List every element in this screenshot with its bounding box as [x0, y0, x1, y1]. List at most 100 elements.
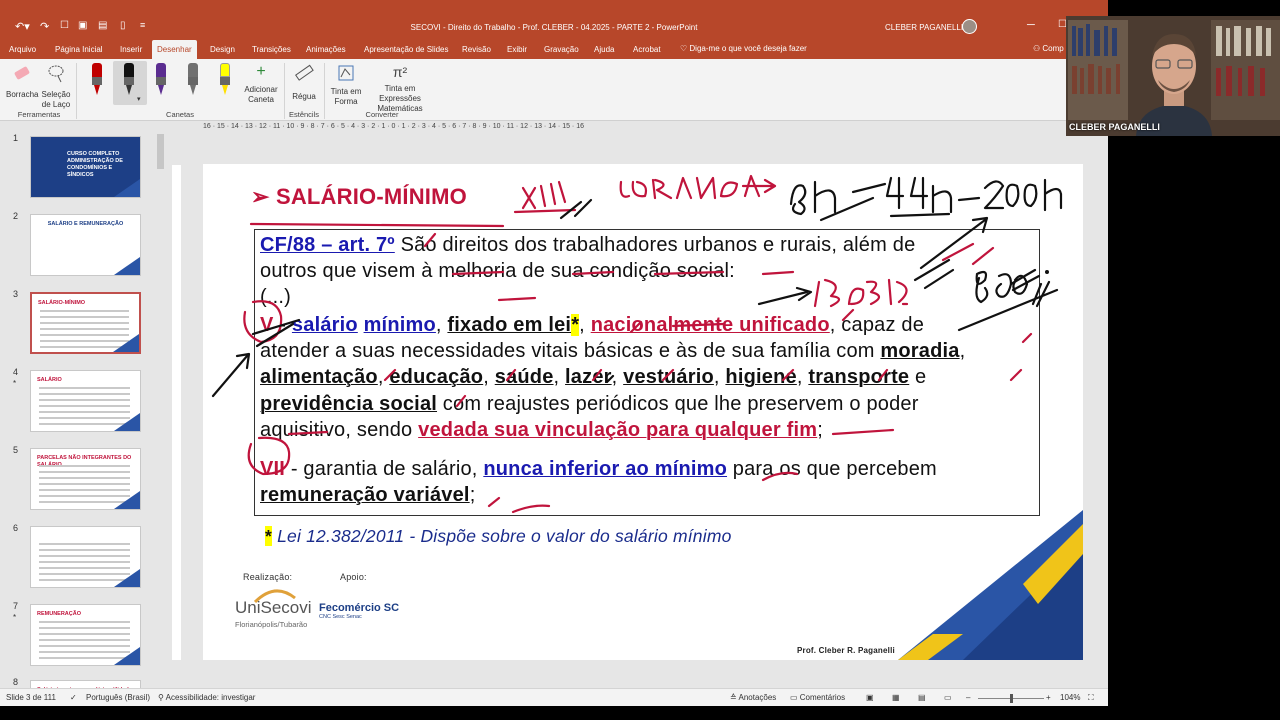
tab-design[interactable]: Design: [210, 45, 235, 54]
slideshow-icon[interactable]: ▭: [944, 693, 952, 702]
powerpoint-window: ↶▾ ↷ ☐ ▣ ▤ ▯ ≡ SECOVI - Direito do Traba…: [0, 0, 1108, 706]
slide-canvas[interactable]: ➢ SALÁRIO-MÍNIMO CF/88 – art. 7º São dir…: [203, 164, 1083, 660]
thumbnail-text-line: [39, 405, 130, 407]
language-label[interactable]: Português (Brasil): [86, 693, 150, 702]
slide-thumbnail[interactable]: SALÁRIO: [30, 370, 141, 432]
group-pens-label: Canetas: [166, 110, 194, 119]
thumbnail-number: 6: [13, 523, 19, 533]
minimize-icon[interactable]: ─: [1027, 19, 1035, 31]
thumbnail-text-line: [40, 310, 129, 312]
thumbnail-text-line: [39, 471, 130, 473]
slide-thumbnail[interactable]: PARCELAS NÃO INTEGRANTES DO SALÁRIO: [30, 448, 141, 510]
thumbnail-number: 3: [13, 289, 19, 299]
thumbnail-text-line: [39, 627, 130, 629]
ink-annotations: [211, 174, 1063, 514]
eraser-icon: [14, 66, 30, 80]
lasso-icon: [48, 65, 64, 83]
zoom-level[interactable]: 104%: [1060, 693, 1080, 702]
slide-thumbnail[interactable]: SALÁRIO-MÍNIMO: [30, 292, 141, 354]
accessibility-status[interactable]: ⚲ Acessibilidade: investigar: [158, 693, 255, 702]
spellcheck-icon[interactable]: ✓: [70, 693, 77, 702]
thumbnail-number: 8: [13, 677, 19, 687]
ribbon-tabs: Arquivo Página Inicial Inserir Desenhar …: [0, 39, 1108, 59]
tab-exibir[interactable]: Exibir: [507, 45, 527, 54]
slide-thumbnail[interactable]: SALÁRIO E REMUNERAÇÃO: [30, 214, 141, 276]
ribbon-draw: Borracha Seleção de Laço Ferramentas ▾ +…: [0, 59, 1108, 121]
tab-pagina-inicial[interactable]: Página Inicial: [55, 45, 103, 54]
zoom-slider-thumb[interactable]: [1010, 694, 1013, 703]
tab-inserir[interactable]: Inserir: [120, 45, 142, 54]
status-bar: Slide 3 de 111 ✓ Português (Brasil) ⚲ Ac…: [0, 688, 1108, 706]
group-tools-label: Ferramentas: [17, 110, 61, 119]
normal-view-icon[interactable]: ▣: [866, 693, 874, 702]
tab-transicoes[interactable]: Transições: [252, 45, 291, 54]
thumbnail-corner-decoration: [114, 491, 140, 509]
ruler-button[interactable]: Régua: [288, 63, 320, 102]
comment-icon: ▭: [790, 693, 800, 702]
pen-gray[interactable]: [182, 63, 204, 103]
thumbnail-text-line: [39, 555, 130, 557]
thumbnail-number: 7: [13, 601, 19, 611]
eraser-label: Borracha: [6, 90, 39, 99]
thumbnail-text-line: [39, 393, 130, 395]
thumbnail-title: SALÁRIO E REMUNERAÇÃO: [47, 221, 124, 227]
ink-shape-icon: [338, 65, 354, 81]
zoom-out-icon[interactable]: –: [966, 693, 970, 702]
pi-icon: π²: [392, 64, 408, 80]
thumbnail-text-line: [39, 633, 130, 635]
group-convert-label: Converter: [365, 110, 399, 119]
thumbnail-corner-decoration: [114, 647, 140, 665]
comments-button[interactable]: ▭ Comentários: [790, 693, 845, 702]
tab-acrobat[interactable]: Acrobat: [633, 45, 661, 54]
slide-thumbnail[interactable]: CURSO COMPLETO ADMINISTRAÇÃO DE CONDOMÍN…: [30, 136, 141, 198]
thumbnail-text-line: [39, 477, 130, 479]
thumbnail-number: 2: [13, 211, 19, 221]
ink-shape-label: Tinta em Forma: [330, 87, 362, 106]
thumbnails-scrollbar[interactable]: [155, 122, 165, 682]
group-stencils-label: Estêncils: [288, 110, 319, 119]
eraser-button[interactable]: Borracha: [6, 63, 38, 100]
pen-purple[interactable]: [150, 63, 172, 103]
tab-arquivo[interactable]: Arquivo: [9, 45, 36, 54]
lasso-select-button[interactable]: Seleção de Laço: [40, 63, 72, 110]
tab-gravacao[interactable]: Gravação: [544, 45, 579, 54]
thumbnail-text-line: [39, 561, 130, 563]
thumbnail-corner-decoration: [114, 179, 140, 197]
slide-thumbnail[interactable]: [30, 526, 141, 588]
thumbnail-corner-decoration: [113, 334, 139, 352]
slide-scrollbar[interactable]: [1098, 140, 1108, 650]
tab-animacoes[interactable]: Animações: [306, 45, 346, 54]
zoom-in-icon[interactable]: +: [1046, 693, 1051, 702]
thumbnail-corner-decoration: [114, 569, 140, 587]
chevron-down-icon[interactable]: ▾: [137, 95, 141, 103]
slide-thumbnails-panel: 1 CURSO COMPLETO ADMINISTRAÇÃO DE CONDOMÍ…: [0, 121, 168, 690]
tab-revisao[interactable]: Revisão: [462, 45, 491, 54]
add-pen-button[interactable]: + Adicionar Caneta: [242, 63, 280, 105]
ruler-label: Régua: [292, 92, 316, 101]
thumbnail-title: SALÁRIO-MÍNIMO: [38, 300, 86, 306]
user-name[interactable]: CLEBER PAGANELLI: [885, 23, 963, 32]
tab-apresentacao[interactable]: Apresentação de Slides: [364, 45, 449, 54]
tell-me-search[interactable]: ♡ Diga-me o que você deseja fazer: [680, 44, 807, 53]
animation-star-icon: *: [13, 613, 17, 622]
tab-ajuda[interactable]: Ajuda: [594, 45, 614, 54]
notes-button[interactable]: ≙ Anotações: [730, 693, 776, 702]
share-button[interactable]: ⚇ Comp: [1033, 44, 1064, 53]
avatar[interactable]: [962, 19, 977, 34]
highlighter-yellow[interactable]: [214, 63, 236, 103]
thumbnail-number: 5: [13, 445, 19, 455]
fit-to-window-icon[interactable]: ⛶: [1088, 693, 1094, 703]
thumbnail-text-line: [39, 549, 130, 551]
webcam-overlay: CLEBER PAGANELLI: [1066, 16, 1280, 136]
tab-desenhar[interactable]: Desenhar: [152, 40, 197, 59]
ink-to-math-button[interactable]: π² Tinta em Expressões Matemáticas: [364, 63, 436, 114]
slide-thumbnail[interactable]: REMUNERAÇÃO: [30, 604, 141, 666]
ink-to-shape-button[interactable]: Tinta em Forma: [328, 63, 364, 107]
thumbnail-text-line: [40, 316, 129, 318]
pen-red[interactable]: [86, 63, 108, 103]
thumbnail-title: CURSO COMPLETO ADMINISTRAÇÃO DE CONDOMÍN…: [67, 151, 123, 178]
thumbnail-corner-decoration: [114, 257, 140, 275]
reading-view-icon[interactable]: ▤: [918, 693, 926, 702]
webcam-name-label: CLEBER PAGANELLI: [1069, 122, 1160, 132]
slide-sorter-icon[interactable]: ▦: [892, 693, 900, 702]
